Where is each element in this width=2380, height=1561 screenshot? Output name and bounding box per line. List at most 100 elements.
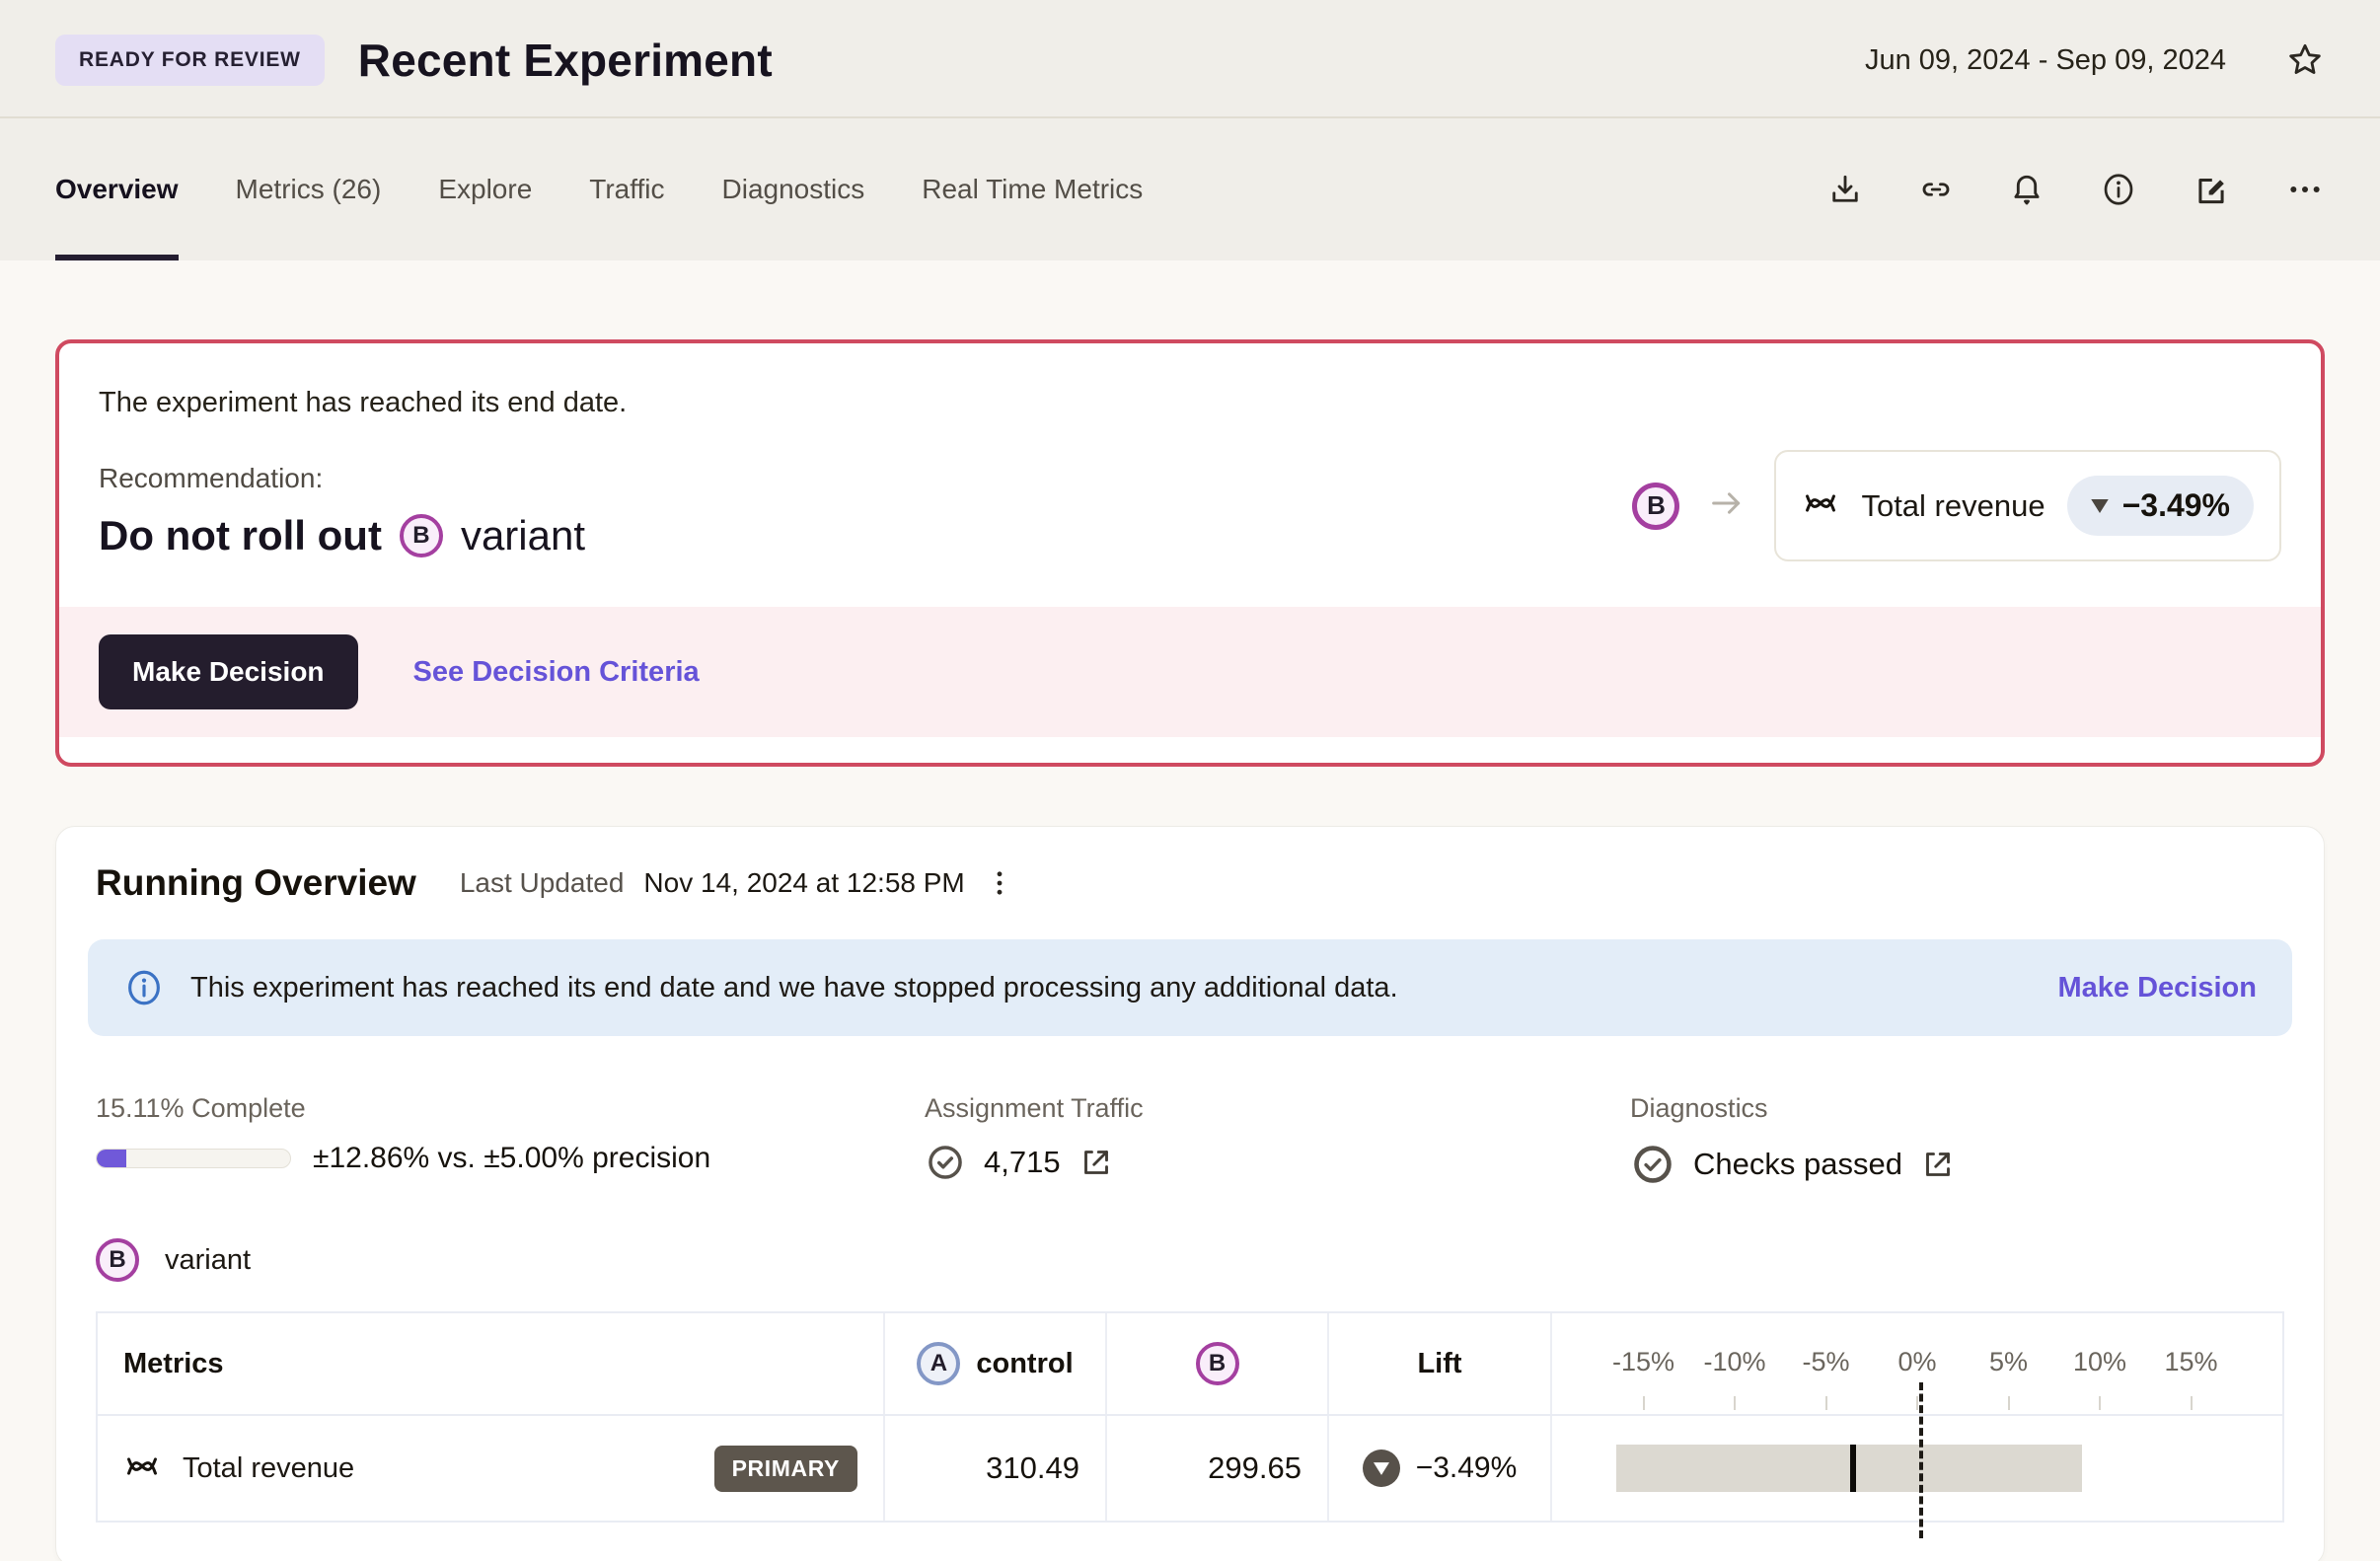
end-date-text: The experiment has reached its end date. — [99, 387, 628, 418]
experiment-page: READY FOR REVIEW Recent Experiment Jun 0… — [0, 0, 2380, 1561]
page-title: Recent Experiment — [357, 35, 773, 86]
more-icon[interactable] — [2285, 170, 2325, 209]
banner-make-decision-link[interactable]: Make Decision — [2058, 972, 2257, 1004]
column-header-variant: B — [1107, 1313, 1329, 1414]
last-updated-label: Last Updated — [459, 867, 625, 898]
axis-tick-mark — [1734, 1396, 1736, 1410]
variant-b-badge: B — [96, 1238, 139, 1282]
status-badge: READY FOR REVIEW — [55, 35, 325, 86]
variant-legend-row: B variant — [96, 1238, 2284, 1282]
zero-axis-line — [1919, 1382, 1923, 1538]
stats-row: 15.11% Complete ±12.86% vs. ±5.00% preci… — [96, 1093, 2284, 1187]
axis-tick-label: 0% — [1897, 1347, 1937, 1376]
recommendation-body: The experiment has reached its end date.… — [59, 343, 2321, 607]
precision-text: ±12.86% vs. ±5.00% precision — [313, 1142, 711, 1174]
diagnostics-label: Diagnostics — [1630, 1093, 1768, 1123]
recommendation-metric-summary: B Total revenue −3.49% — [1632, 387, 2281, 561]
assignment-traffic-label: Assignment Traffic — [925, 1093, 1144, 1123]
column-header-control: A control — [885, 1313, 1107, 1414]
metric-icon — [1802, 484, 1839, 527]
control-value-cell: 310.49 — [885, 1416, 1107, 1521]
assignment-traffic-stat: Assignment Traffic 4,715 — [925, 1093, 1630, 1187]
overview-header: Running Overview Last Updated Nov 14, 20… — [88, 862, 2292, 904]
kebab-menu-icon[interactable] — [983, 866, 1016, 900]
recommendation-footer: Make Decision See Decision Criteria — [59, 607, 2321, 737]
metric-delta-value: −3.49% — [2121, 487, 2230, 523]
column-header-lift: Lift — [1329, 1313, 1552, 1414]
top-bar: READY FOR REVIEW Recent Experiment Jun 0… — [0, 0, 2380, 118]
metrics-table: Metrics A control B Lift -15% -10% -5% 0% 5%… — [96, 1311, 2284, 1538]
top-zone: READY FOR REVIEW Recent Experiment Jun 0… — [0, 0, 2380, 260]
recommendation-action: Do not roll out — [99, 512, 382, 558]
toolbar-actions — [1827, 118, 2325, 260]
recommendation-text: The experiment has reached its end date.… — [99, 387, 627, 561]
axis-tick-label: -10% — [1703, 1347, 1766, 1376]
axis-tick-mark — [2099, 1396, 2101, 1410]
tab-explore[interactable]: Explore — [438, 118, 532, 260]
axis-tick-label: 10% — [2072, 1347, 2127, 1376]
external-link-icon[interactable] — [1078, 1145, 1114, 1180]
axis-tick-mark — [1916, 1396, 1918, 1410]
progress-bar — [96, 1149, 291, 1168]
edit-icon[interactable] — [2193, 171, 2230, 208]
chevron-down-icon — [2090, 498, 2109, 513]
tab-metrics[interactable]: Metrics (26) — [236, 118, 382, 260]
table-header-row: Metrics A control B Lift -15% -10% -5% 0% 5%… — [98, 1313, 2282, 1416]
metric-icon — [123, 1448, 161, 1490]
axis-tick-label: -5% — [1802, 1347, 1850, 1376]
control-a-badge: A — [917, 1342, 961, 1385]
metric-delta-pill[interactable]: −3.49% — [2066, 476, 2254, 536]
progress-bar-fill — [97, 1150, 126, 1167]
external-link-icon[interactable] — [1920, 1147, 1956, 1182]
tab-real-time-metrics[interactable]: Real Time Metrics — [922, 118, 1143, 260]
recommendation-card: The experiment has reached its end date.… — [55, 339, 2325, 767]
metric-name: Total revenue — [1861, 487, 2045, 523]
lift-down-icon — [1362, 1450, 1400, 1487]
progress-stat: 15.11% Complete ±12.86% vs. ±5.00% preci… — [96, 1093, 925, 1187]
link-icon[interactable] — [1918, 172, 1954, 207]
recommendation-label: Recommendation: — [99, 463, 324, 493]
tab-diagnostics[interactable]: Diagnostics — [722, 118, 865, 260]
lift-value-cell: −3.49% — [1329, 1416, 1552, 1521]
variant-legend-label: variant — [165, 1243, 252, 1276]
tabs: Overview Metrics (26) Explore Traffic Di… — [55, 118, 1143, 260]
metric-cell: Total revenue PRIMARY — [98, 1416, 885, 1521]
table-row-total-revenue[interactable]: Total revenue PRIMARY 310.49 299.65 −3.4… — [98, 1416, 2282, 1521]
variant-value-cell: 299.65 — [1107, 1416, 1329, 1521]
axis-tick-mark — [2190, 1396, 2193, 1410]
assignment-traffic-value: 4,715 — [984, 1145, 1061, 1179]
axis-tick-label: 5% — [1988, 1347, 2029, 1376]
arrow-right-icon — [1707, 483, 1747, 528]
check-circle-icon — [925, 1142, 966, 1183]
confidence-interval-bar — [1615, 1445, 2082, 1492]
tab-bar: Overview Metrics (26) Explore Traffic Di… — [0, 118, 2380, 260]
info-icon[interactable] — [2100, 171, 2137, 208]
download-icon[interactable] — [1827, 172, 1863, 207]
running-overview-card: Running Overview Last Updated Nov 14, 20… — [55, 826, 2325, 1561]
axis-tick-mark — [1642, 1396, 1645, 1410]
axis-tick-mark — [1824, 1396, 1827, 1410]
metric-summary-chip[interactable]: Total revenue −3.49% — [1774, 450, 2281, 561]
bell-icon[interactable] — [2009, 172, 2045, 207]
info-icon — [123, 967, 165, 1008]
metric-row-name: Total revenue — [183, 1451, 355, 1484]
tab-traffic[interactable]: Traffic — [589, 118, 664, 260]
axis-tick-label: -15% — [1611, 1347, 1675, 1376]
date-range: Jun 09, 2024 - Sep 09, 2024 — [1864, 43, 2226, 76]
see-decision-criteria-link[interactable]: See Decision Criteria — [413, 656, 700, 689]
variant-b-badge: B — [1195, 1342, 1239, 1385]
diagnostics-value: Checks passed — [1693, 1147, 1902, 1181]
axis-tick-mark — [2007, 1396, 2010, 1410]
check-circle-icon — [1630, 1142, 1675, 1187]
diagnostics-stat: Diagnostics Checks passed — [1630, 1093, 2284, 1187]
make-decision-button[interactable]: Make Decision — [99, 634, 358, 709]
confidence-interval-cell — [1552, 1416, 2282, 1521]
variant-b-badge: B — [1632, 482, 1680, 530]
topbar-left: READY FOR REVIEW Recent Experiment — [55, 34, 773, 87]
recommendation-heading: Do not roll out B variant — [99, 512, 627, 559]
star-icon[interactable] — [2285, 40, 2325, 80]
column-header-metrics: Metrics — [98, 1313, 885, 1414]
overview-title: Running Overview — [96, 862, 416, 903]
tab-overview[interactable]: Overview — [55, 118, 179, 260]
recommendation-variant-word: variant — [460, 512, 585, 558]
